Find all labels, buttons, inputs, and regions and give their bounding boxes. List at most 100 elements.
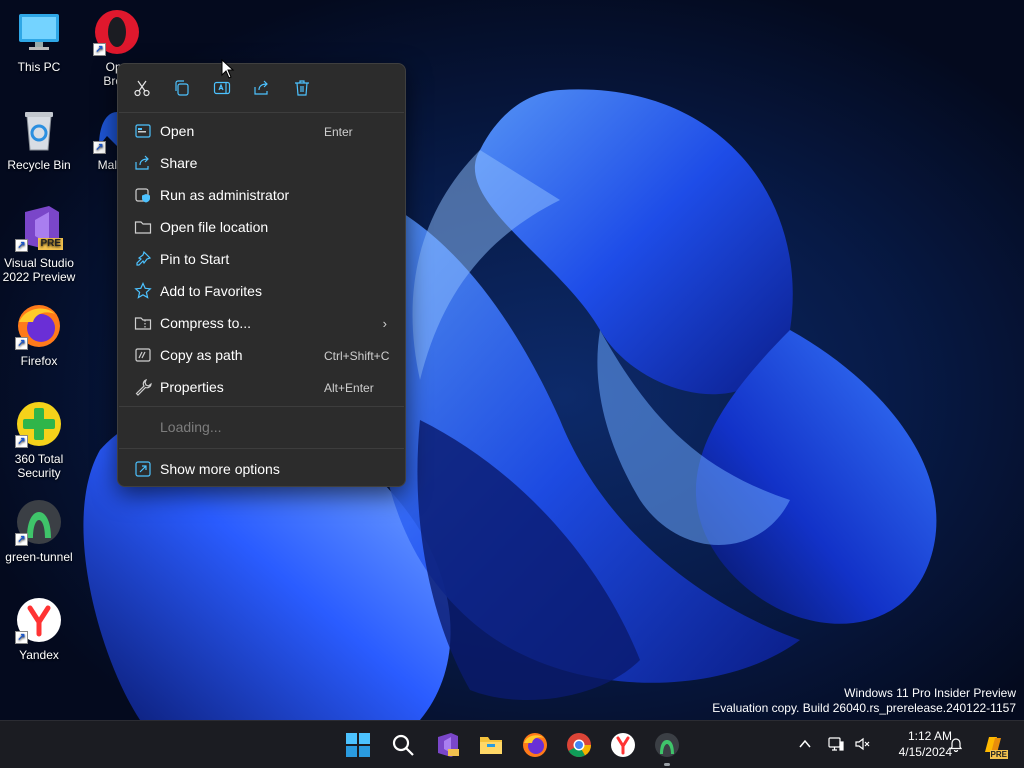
desktop-icon-visual-studio[interactable]: PRE ↗ Visual Studio 2022 Preview bbox=[0, 204, 78, 284]
bell-icon bbox=[949, 738, 963, 752]
menu-item-label: Open bbox=[160, 123, 195, 139]
show-more-icon bbox=[134, 460, 152, 478]
desktop-icon-label: green-tunnel bbox=[5, 550, 73, 564]
menu-item-label: Compress to... bbox=[160, 315, 252, 331]
360-security-icon: ↗ bbox=[15, 400, 63, 448]
path-icon bbox=[134, 346, 152, 364]
share-button[interactable] bbox=[250, 76, 274, 100]
menu-item-compress-to[interactable]: Compress to... › bbox=[122, 308, 401, 338]
desktop-icon-label: Recycle Bin bbox=[7, 158, 71, 172]
taskbar-search-button[interactable] bbox=[387, 729, 419, 761]
pin-icon bbox=[134, 250, 152, 268]
desktop-icon-360-total-security[interactable]: ↗ 360 Total Security bbox=[0, 400, 78, 480]
star-icon bbox=[134, 282, 152, 300]
firefox-icon bbox=[523, 733, 547, 757]
cut-button[interactable] bbox=[130, 76, 154, 100]
menu-item-properties[interactable]: Properties Alt+Enter bbox=[122, 372, 401, 402]
shield-admin-icon bbox=[134, 186, 152, 204]
shortcut-arrow-icon: ↗ bbox=[15, 533, 28, 546]
green-tunnel-icon: ↗ bbox=[15, 498, 63, 546]
menu-item-label: Show more options bbox=[160, 461, 280, 477]
desktop-icon-yandex[interactable]: ↗ Yandex bbox=[0, 596, 78, 662]
desktop-icon-label: Firefox bbox=[20, 354, 58, 368]
clock-date: 4/15/2024 bbox=[898, 745, 952, 759]
watermark-edition: Windows 11 Pro Insider Preview bbox=[844, 686, 1016, 700]
menu-item-share[interactable]: Share bbox=[122, 148, 401, 178]
volume-muted-icon bbox=[855, 737, 870, 751]
taskbar-app-chrome[interactable] bbox=[563, 729, 595, 761]
rename-icon bbox=[213, 81, 231, 95]
taskbar-app-green-tunnel[interactable] bbox=[651, 729, 683, 761]
system-clock[interactable]: 1:12 AM 4/15/2024 bbox=[874, 728, 952, 760]
network-icon bbox=[828, 737, 844, 751]
menu-item-label: Pin to Start bbox=[160, 251, 230, 267]
volume-button[interactable] bbox=[851, 733, 873, 755]
share-icon bbox=[254, 80, 268, 95]
menu-item-open[interactable]: Open Enter bbox=[122, 116, 401, 146]
menu-item-open-file-location[interactable]: Open file location bbox=[122, 212, 401, 242]
notifications-button[interactable] bbox=[945, 733, 967, 755]
mouse-cursor-icon bbox=[221, 59, 235, 79]
desktop-icon-recycle-bin[interactable]: Recycle Bin bbox=[0, 106, 78, 172]
clock-time: 1:12 AM bbox=[907, 729, 952, 743]
recycle-bin-icon bbox=[15, 106, 63, 154]
taskbar-app-visual-studio[interactable] bbox=[431, 729, 463, 761]
menu-item-shortcut: Enter bbox=[324, 125, 353, 139]
wrench-icon bbox=[134, 378, 152, 396]
show-hidden-icons-button[interactable] bbox=[794, 733, 816, 755]
pre-badge: PRE bbox=[38, 238, 63, 250]
menu-item-label: Copy as path bbox=[160, 347, 243, 363]
opera-icon: ↗ bbox=[93, 8, 141, 56]
desktop-icon-green-tunnel[interactable]: ↗ green-tunnel bbox=[0, 498, 78, 564]
scissors-icon bbox=[134, 80, 150, 97]
copy-icon bbox=[175, 80, 189, 96]
menu-item-pin-to-start[interactable]: Pin to Start bbox=[122, 244, 401, 274]
menu-item-shortcut: Alt+Enter bbox=[324, 381, 374, 395]
yandex-icon bbox=[611, 733, 635, 757]
delete-button[interactable] bbox=[290, 76, 314, 100]
menu-separator bbox=[119, 448, 404, 449]
taskbar-app-firefox[interactable] bbox=[519, 729, 551, 761]
taskbar: 1:12 AM 4/15/2024 PRE bbox=[0, 720, 1024, 768]
open-icon bbox=[134, 122, 152, 140]
copilot-button[interactable]: PRE bbox=[976, 729, 1008, 761]
menu-item-add-to-favorites[interactable]: Add to Favorites bbox=[122, 276, 401, 306]
menu-separator bbox=[119, 112, 404, 113]
network-button[interactable] bbox=[825, 733, 847, 755]
chevron-up-icon bbox=[799, 739, 811, 748]
desktop-icon-label: Yandex bbox=[19, 648, 59, 662]
folder-icon bbox=[134, 218, 152, 236]
menu-item-label: Share bbox=[160, 155, 198, 171]
menu-item-show-more-options[interactable]: Show more options bbox=[122, 454, 401, 484]
share-icon bbox=[134, 154, 152, 172]
shortcut-arrow-icon: ↗ bbox=[93, 141, 106, 154]
context-menu: Open Enter Share Run as administrator Op… bbox=[117, 63, 406, 487]
taskbar-app-yandex[interactable] bbox=[607, 729, 639, 761]
chevron-right-icon: › bbox=[382, 316, 387, 331]
shortcut-arrow-icon: ↗ bbox=[93, 43, 106, 56]
menu-item-run-as-administrator[interactable]: Run as administrator bbox=[122, 180, 401, 210]
visual-studio-icon bbox=[438, 733, 459, 757]
shortcut-arrow-icon: ↗ bbox=[15, 435, 28, 448]
desktop-icon-firefox[interactable]: ↗ Firefox bbox=[0, 302, 78, 368]
rename-button[interactable] bbox=[210, 76, 234, 100]
menu-item-label: Add to Favorites bbox=[160, 283, 262, 299]
loading-text: Loading... bbox=[160, 419, 222, 435]
green-tunnel-icon bbox=[655, 733, 679, 757]
menu-item-shortcut: Ctrl+Shift+C bbox=[324, 349, 390, 363]
desktop-icon-label: 360 Total Security bbox=[14, 452, 64, 480]
shortcut-arrow-icon: ↗ bbox=[15, 631, 28, 644]
shortcut-arrow-icon: ↗ bbox=[15, 337, 28, 350]
taskbar-app-file-explorer[interactable] bbox=[475, 729, 507, 761]
menu-item-label: Properties bbox=[160, 379, 224, 395]
menu-item-copy-as-path[interactable]: Copy as path Ctrl+Shift+C bbox=[122, 340, 401, 370]
desktop-icon-this-pc[interactable]: This PC bbox=[0, 8, 78, 74]
copy-button[interactable] bbox=[170, 76, 194, 100]
menu-separator bbox=[119, 406, 404, 407]
chrome-icon bbox=[567, 733, 591, 758]
folder-icon bbox=[480, 737, 502, 754]
zip-folder-icon bbox=[134, 314, 152, 332]
start-button[interactable] bbox=[342, 729, 374, 761]
pre-badge: PRE bbox=[989, 750, 1008, 759]
quick-actions-bar bbox=[118, 64, 405, 112]
